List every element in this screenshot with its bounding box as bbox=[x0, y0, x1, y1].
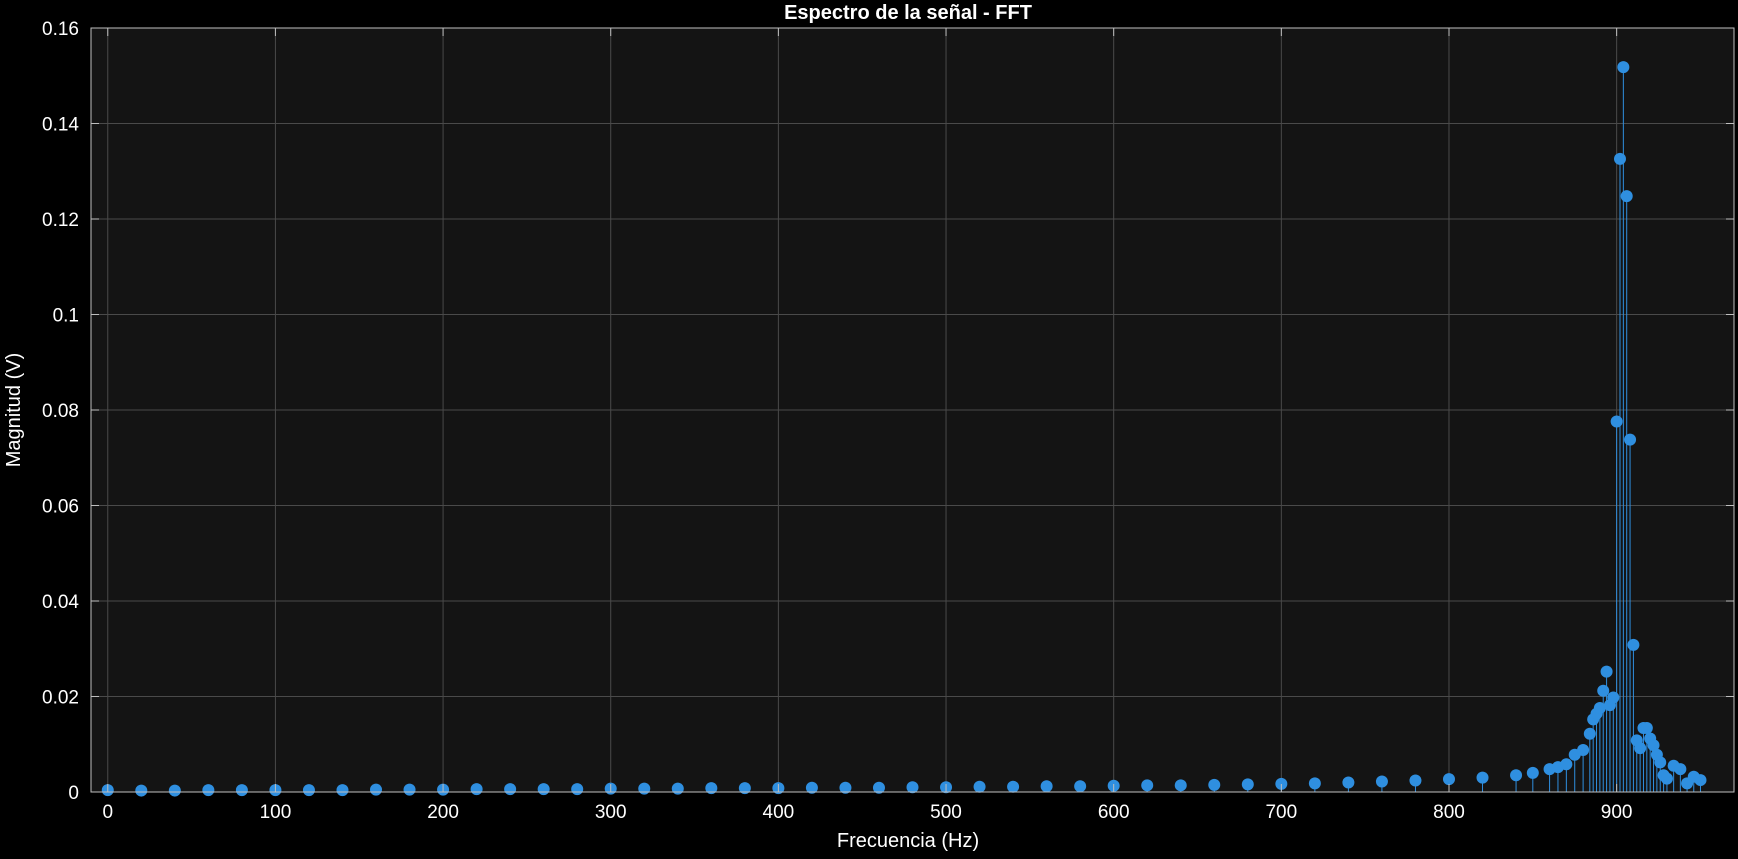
stem-marker bbox=[1141, 779, 1154, 792]
stem-marker bbox=[1617, 61, 1630, 74]
fft-stem-chart: 0 100 200 300 400 500 600 700 800 900 0 0.02 0.04 0.… bbox=[3, 2, 1735, 852]
stem-marker bbox=[1560, 758, 1573, 771]
x-tick-label: 200 bbox=[427, 802, 459, 823]
chart-figure: 0 100 200 300 400 500 600 700 800 900 0 0.02 0.04 0.… bbox=[0, 0, 1738, 854]
stem-marker bbox=[1624, 433, 1637, 446]
stem-marker bbox=[202, 784, 215, 797]
x-tick-label: 900 bbox=[1601, 802, 1633, 823]
x-tick-label: 400 bbox=[763, 802, 795, 823]
stem-marker bbox=[1613, 152, 1626, 165]
stem-marker bbox=[1634, 742, 1647, 755]
y-tick-label: 0.08 bbox=[42, 401, 79, 422]
stem-marker bbox=[168, 784, 181, 797]
stem-marker bbox=[1583, 727, 1596, 740]
stem-marker bbox=[973, 780, 986, 793]
stem-marker bbox=[1526, 766, 1539, 779]
x-tick-label: 700 bbox=[1265, 802, 1297, 823]
stem-marker bbox=[370, 783, 383, 796]
stem-marker bbox=[671, 782, 684, 795]
stem-marker bbox=[1074, 780, 1087, 793]
stem-marker bbox=[1593, 701, 1606, 714]
y-tick-label: 0.12 bbox=[42, 210, 79, 231]
stem-marker bbox=[1640, 722, 1653, 735]
stem-marker bbox=[1620, 190, 1633, 203]
stem-marker bbox=[1007, 780, 1020, 793]
stem-marker bbox=[1610, 415, 1623, 428]
stem-marker bbox=[1375, 775, 1388, 788]
stem-marker bbox=[1208, 778, 1221, 791]
stem-marker bbox=[403, 783, 416, 796]
stem-marker bbox=[1342, 776, 1355, 789]
x-tick-label: 600 bbox=[1098, 802, 1130, 823]
x-axis-label: Frecuencia (Hz) bbox=[837, 830, 979, 852]
x-tick-label: 800 bbox=[1433, 802, 1465, 823]
x-tick-label: 0 bbox=[102, 802, 113, 823]
stem-marker bbox=[1654, 756, 1667, 769]
stem-marker bbox=[1040, 780, 1053, 793]
y-tick-label: 0.16 bbox=[42, 19, 79, 40]
y-axis-label: Magnitud (V) bbox=[3, 353, 25, 468]
x-tick-label: 300 bbox=[595, 802, 627, 823]
stem-marker bbox=[571, 783, 584, 796]
y-tick-label: 0.02 bbox=[42, 688, 79, 709]
x-tick-label: 100 bbox=[260, 802, 292, 823]
stem-marker bbox=[1607, 691, 1620, 704]
stem-marker bbox=[1600, 665, 1613, 678]
stem-marker bbox=[1174, 779, 1187, 792]
y-tick-label: 0 bbox=[68, 783, 79, 804]
stem-marker bbox=[336, 784, 349, 797]
stem-marker bbox=[1694, 774, 1707, 787]
stem-marker bbox=[504, 783, 517, 796]
y-tick-label: 0.1 bbox=[53, 306, 79, 327]
stem-marker bbox=[906, 781, 919, 794]
stem-marker bbox=[235, 784, 248, 797]
y-tick-label: 0.14 bbox=[42, 115, 79, 136]
stem-marker bbox=[1627, 638, 1640, 651]
y-tick-label: 0.04 bbox=[42, 592, 79, 613]
stem-marker bbox=[1577, 743, 1590, 756]
stem-marker bbox=[1241, 778, 1254, 791]
chart-title: Espectro de la señal - FFT bbox=[784, 2, 1032, 24]
stem-marker bbox=[1597, 684, 1610, 697]
stem-marker bbox=[302, 784, 315, 797]
stem-marker bbox=[1476, 771, 1489, 784]
stem-marker bbox=[1442, 773, 1455, 786]
stem-marker bbox=[1308, 777, 1321, 790]
stem-marker bbox=[638, 782, 651, 795]
stem-marker bbox=[1409, 774, 1422, 787]
stem-marker bbox=[1660, 772, 1673, 785]
y-tick-label: 0.06 bbox=[42, 497, 79, 518]
stem-marker bbox=[470, 783, 483, 796]
stem-marker bbox=[1674, 763, 1687, 776]
stem-marker bbox=[135, 784, 148, 797]
stem-marker bbox=[537, 783, 550, 796]
x-tick-label: 500 bbox=[930, 802, 962, 823]
stem-marker bbox=[1510, 769, 1523, 782]
